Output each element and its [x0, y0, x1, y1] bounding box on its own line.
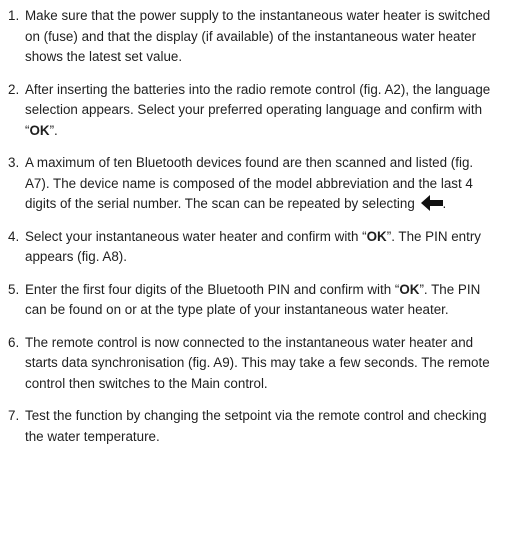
step-text: Enter the first four digits of the Bluet… [25, 280, 500, 321]
step-3: 3. A maximum of ten Bluetooth devices fo… [8, 153, 500, 215]
step-text: Test the function by changing the setpoi… [25, 408, 487, 444]
ok-keyword: OK [29, 122, 50, 138]
step-text: Make sure that the power supply to the i… [25, 8, 491, 64]
step-text-pre: After inserting the batteries into the r… [25, 81, 491, 138]
step-number: 6. [8, 334, 20, 350]
step-text: Select your instantaneous water heater a… [25, 227, 500, 268]
step-number: 1. [8, 8, 20, 23]
ok-keyword: OK [399, 281, 420, 297]
step-1: 1. Make sure that the power supply to th… [8, 6, 500, 68]
step-number: 4. [8, 228, 20, 244]
step-text-pre: Enter the first four digits of the Bluet… [25, 281, 400, 297]
step-text: After inserting the batteries into the r… [25, 80, 500, 142]
step-6: 6. The remote control is now connected t… [8, 333, 500, 395]
instruction-page: 1. Make sure that the power supply to th… [0, 0, 508, 447]
ok-keyword: OK [366, 228, 387, 244]
step-7: 7. Test the function by changing the set… [8, 406, 500, 447]
step-text: A maximum of ten Bluetooth devices found… [25, 153, 500, 215]
step-4: 4. Select your instantaneous water heate… [8, 227, 500, 268]
step-2: 2. After inserting the batteries into th… [8, 80, 500, 142]
step-5: 5. Enter the first four digits of the Bl… [8, 280, 500, 321]
step-number: 5. [8, 281, 20, 297]
step-number: 7. [8, 408, 20, 423]
step-number: 3. [8, 155, 20, 170]
step-text-post: ”. [49, 122, 58, 138]
step-text: The remote control is now connected to t… [25, 334, 490, 391]
steps-list: 1. Make sure that the power supply to th… [8, 6, 500, 447]
step-number: 2. [8, 81, 20, 97]
back-arrow-icon [420, 195, 443, 211]
step-text-post: . [442, 196, 447, 211]
step-text-pre: Select your instantaneous water heater a… [25, 228, 367, 244]
step-text-pre: A maximum of ten Bluetooth devices found… [25, 155, 474, 211]
